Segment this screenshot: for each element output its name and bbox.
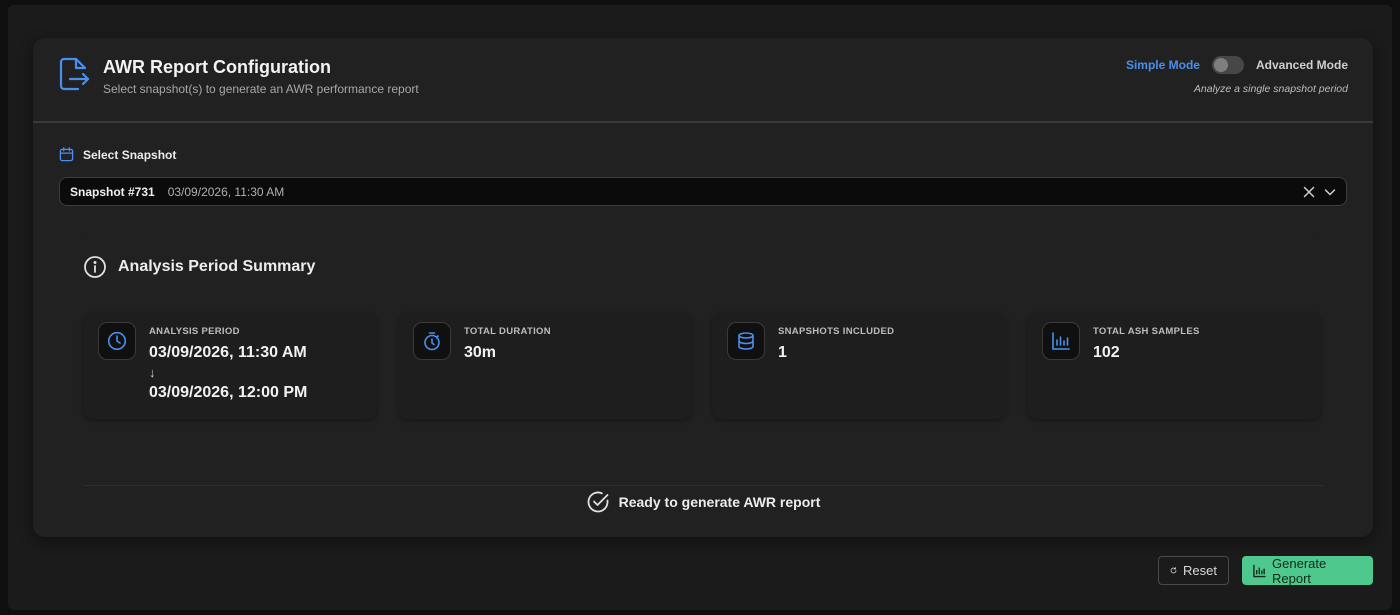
mode-toggle[interactable]: [1211, 56, 1244, 74]
stat-total-duration: TOTAL DURATION 30m: [398, 312, 692, 419]
selected-snapshot-date: 03/09/2026, 11:30 AM: [167, 184, 285, 199]
stat-total-ash-samples: TOTAL ASH SAMPLES 102: [1027, 312, 1321, 419]
stat-value: 102: [1093, 344, 1120, 361]
clear-icon[interactable]: [1302, 185, 1316, 199]
simple-mode-label[interactable]: Simple Mode: [1126, 58, 1200, 72]
stat-snapshots-included: SNAPSHOTS INCLUDED 1: [712, 312, 1006, 419]
mode-hint: Analyze a single snapshot period: [1193, 83, 1348, 95]
stat-icon-box: [98, 322, 136, 360]
stat-icon-box: [727, 322, 765, 360]
check-circle-icon: [587, 491, 609, 513]
chevron-down-icon[interactable]: [1323, 185, 1337, 199]
select-snapshot-label-row: Select Snapshot: [59, 147, 176, 162]
period-end: 03/09/2026, 12:00 PM: [149, 384, 308, 401]
reset-label: Reset: [1183, 563, 1217, 578]
stat-value: 1: [778, 344, 787, 361]
toggle-knob: [1213, 58, 1228, 72]
arrow-down-icon: ↓: [149, 365, 156, 380]
bar-chart-icon: [1052, 332, 1070, 350]
stat-icon-box: [413, 322, 451, 360]
stat-icon-box: [1042, 322, 1080, 360]
period-start: 03/09/2026, 11:30 AM: [149, 344, 307, 361]
stat-value: 03/09/2026, 11:30 AM ↓ 03/09/2026, 12:00…: [149, 343, 307, 403]
refresh-icon: [1170, 567, 1177, 574]
page-subtitle: Select snapshot(s) to generate an AWR pe…: [103, 82, 419, 96]
file-export-icon: [59, 57, 90, 91]
generate-report-label: Generate Report: [1272, 555, 1327, 586]
selected-snapshot-name: Snapshot #731: [70, 184, 155, 199]
info-icon: [84, 256, 106, 278]
reset-button[interactable]: Reset: [1158, 556, 1229, 585]
page-title: AWR Report Configuration: [103, 57, 331, 77]
calendar-icon: [59, 147, 74, 162]
generate-report-button[interactable]: Generate Report: [1242, 555, 1373, 586]
awr-config-card: AWR Report Configuration Select snapshot…: [33, 38, 1373, 537]
stat-value: 30m: [464, 344, 497, 361]
ready-text: Ready to generate AWR report: [618, 494, 821, 510]
ready-status: Ready to generate AWR report: [83, 490, 1323, 514]
stat-label: TOTAL ASH SAMPLES: [1093, 326, 1200, 337]
summary-header: Analysis Period Summary: [83, 255, 315, 279]
select-snapshot-label: Select Snapshot: [83, 147, 177, 162]
mode-switch: Simple Mode Advanced Mode: [1126, 56, 1348, 74]
summary-title: Analysis Period Summary: [118, 258, 316, 275]
stat-label: SNAPSHOTS INCLUDED: [778, 326, 895, 337]
stopwatch-icon: [424, 332, 440, 351]
bar-chart-icon: [1253, 564, 1266, 577]
clock-icon: [107, 331, 127, 351]
stat-analysis-period: ANALYSIS PERIOD 03/09/2026, 11:30 AM ↓ 0…: [83, 312, 377, 419]
card-header: AWR Report Configuration Select snapshot…: [33, 38, 1373, 123]
analysis-summary: Analysis Period Summary ANALYSIS PERIOD …: [83, 233, 1323, 513]
snapshot-select[interactable]: Snapshot #731 03/09/2026, 11:30 AM: [59, 177, 1347, 206]
stat-label: TOTAL DURATION: [464, 326, 551, 337]
database-icon: [738, 332, 754, 350]
stat-label: ANALYSIS PERIOD: [149, 326, 240, 337]
advanced-mode-label[interactable]: Advanced Mode: [1256, 58, 1348, 72]
